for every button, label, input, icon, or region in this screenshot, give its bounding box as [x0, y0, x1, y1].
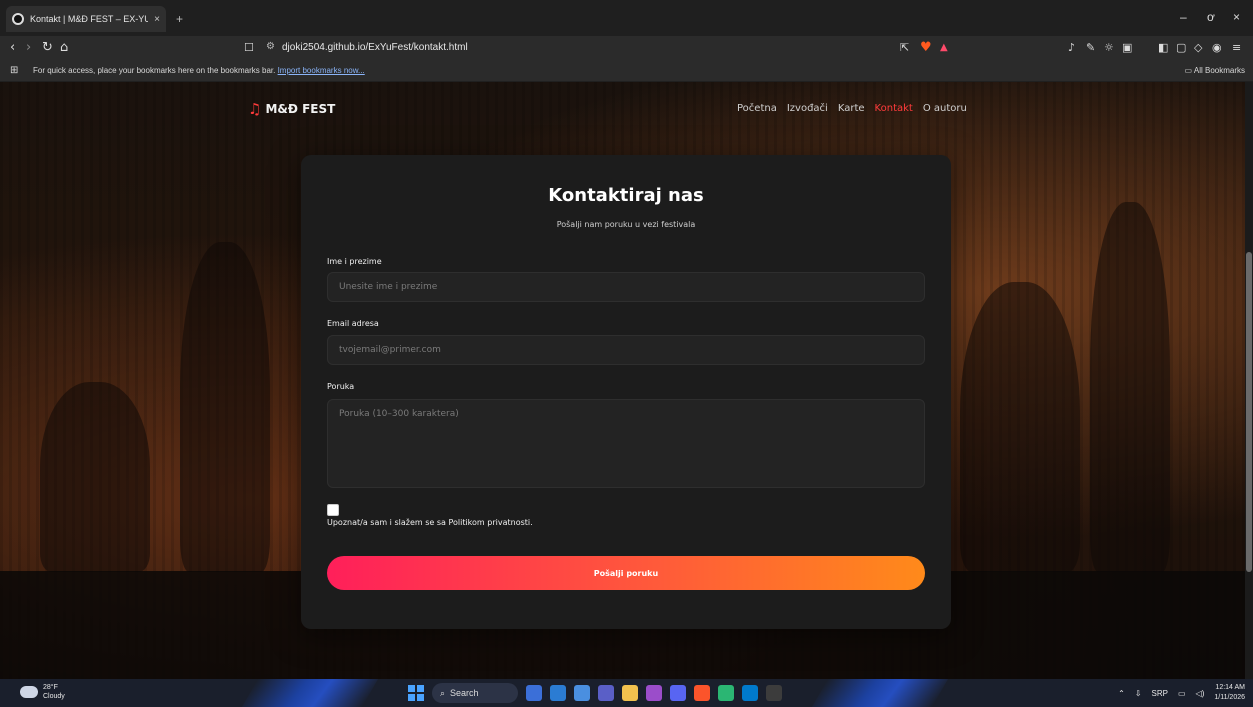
- nav-pocetna[interactable]: Početna: [737, 103, 777, 114]
- crowd-silhouette: [1090, 202, 1170, 572]
- name-label: Ime i prezime: [327, 257, 382, 266]
- menu-icon[interactable]: ≡: [1232, 40, 1241, 56]
- share-icon[interactable]: ⇱: [900, 40, 909, 56]
- leo-icon[interactable]: ◉: [1212, 40, 1222, 56]
- system-tray: ⌃ ⇩ SRP ▭ ◁) 12:14 AM 1/11/2026: [1118, 683, 1245, 703]
- terminal-icon[interactable]: [766, 685, 782, 701]
- time: 12:14 AM: [1215, 684, 1245, 691]
- message-label: Poruka: [327, 382, 355, 391]
- reload-icon[interactable]: ↻: [42, 40, 53, 56]
- volume-icon[interactable]: ◁): [1196, 689, 1205, 698]
- new-tab-button[interactable]: +: [176, 12, 183, 26]
- browser-toolbar: ‹ › ↻ ⌂ ☐ ⚙ djoki2504.github.io/ExYuFest…: [0, 36, 1253, 60]
- crowd-silhouette: [180, 242, 270, 572]
- wallet-icon[interactable]: ▢: [1176, 40, 1186, 56]
- contact-form-card: Kontaktiraj nas Pošalji nam poruku u vez…: [301, 155, 951, 629]
- discord-icon[interactable]: [670, 685, 686, 701]
- site-info-icon[interactable]: ⚙: [266, 41, 275, 52]
- site-nav: Početna Izvođači Karte Kontakt O autoru: [737, 103, 967, 114]
- name-input[interactable]: [327, 272, 925, 302]
- vpn-icon[interactable]: ◇: [1194, 40, 1202, 56]
- extensions-icon[interactable]: ☼: [1104, 40, 1114, 56]
- language-indicator[interactable]: SRP: [1152, 689, 1168, 698]
- chevron-up-icon[interactable]: ⌃: [1118, 689, 1125, 698]
- email-input[interactable]: [327, 335, 925, 365]
- logo-text: M&Đ FEST: [265, 102, 336, 116]
- nav-o-autoru[interactable]: O autoru: [923, 103, 967, 114]
- music-note-icon: ♫: [248, 100, 262, 118]
- back-icon[interactable]: ‹: [10, 40, 15, 56]
- minimize-button[interactable]: –: [1180, 10, 1187, 24]
- nav-kontakt[interactable]: Kontakt: [875, 103, 913, 114]
- teams-icon[interactable]: [598, 685, 614, 701]
- chrome-icon[interactable]: [718, 685, 734, 701]
- brave-shield-icon[interactable]: ♥: [920, 40, 932, 56]
- restore-button[interactable]: ơ: [1207, 10, 1215, 24]
- nav-izvodjaci[interactable]: Izvođači: [787, 103, 828, 114]
- page-scrollbar[interactable]: [1245, 82, 1253, 679]
- sidebar-icon[interactable]: ◧: [1158, 40, 1168, 56]
- site-favicon-icon: [12, 13, 24, 25]
- brave-icon[interactable]: [694, 685, 710, 701]
- heart-app-icon[interactable]: [646, 685, 662, 701]
- reader-icon[interactable]: ♪: [1068, 40, 1075, 56]
- taskbar-wallpaper-decoration: [811, 679, 949, 707]
- scrollbar-thumb[interactable]: [1246, 252, 1252, 572]
- search-icon: ⌕: [440, 687, 446, 698]
- taskbar-apps: ⌕ Search: [408, 683, 782, 703]
- temperature: 28°F: [43, 684, 58, 691]
- home-icon[interactable]: ⌂: [60, 40, 68, 56]
- import-bookmarks-link[interactable]: Import bookmarks now...: [278, 66, 365, 75]
- bookmarks-bar: ⊞ For quick access, place your bookmarks…: [0, 60, 1253, 82]
- browser-tab-bar: Kontakt | M&Đ FEST – EX-YU M... × + – ơ …: [0, 0, 1253, 36]
- date: 1/11/2026: [1214, 694, 1245, 701]
- email-label: Email adresa: [327, 319, 379, 328]
- edge-icon[interactable]: [574, 685, 590, 701]
- bookmarks-hint: For quick access, place your bookmarks h…: [33, 66, 365, 75]
- form-subtitle: Pošalji nam poruku u vezi festivala: [556, 220, 696, 229]
- usb-icon[interactable]: ⇩: [1135, 689, 1142, 698]
- tab-close-icon[interactable]: ×: [154, 14, 160, 25]
- tab-title: Kontakt | M&Đ FEST – EX-YU M...: [30, 14, 149, 24]
- cloud-icon: [20, 686, 38, 698]
- close-window-button[interactable]: ×: [1233, 10, 1240, 24]
- windows-taskbar: 28°F Cloudy ⌕ Search ⌃ ⇩ SRP ▭ ◁) 12:14 …: [0, 679, 1253, 707]
- crowd-silhouette: [960, 282, 1080, 572]
- bookmark-icon[interactable]: ☐: [244, 40, 254, 56]
- weather-condition: Cloudy: [43, 693, 65, 700]
- all-bookmarks-button[interactable]: ▭ All Bookmarks: [1185, 66, 1245, 75]
- message-textarea[interactable]: [327, 399, 925, 488]
- crowd-silhouette: [40, 382, 150, 572]
- vscode-icon[interactable]: [742, 685, 758, 701]
- folder-icon: ▭: [1184, 66, 1193, 75]
- bookmarks-hint-text: For quick access, place your bookmarks h…: [33, 66, 276, 75]
- privacy-label: Upoznat/a sam i slažem se sa Politikom p…: [327, 518, 533, 527]
- brave-rewards-icon[interactable]: ▲: [940, 40, 948, 56]
- browser-tab[interactable]: Kontakt | M&Đ FEST – EX-YU M... ×: [6, 6, 166, 32]
- search-label: Search: [450, 688, 479, 698]
- draw-icon[interactable]: ✎: [1086, 40, 1095, 56]
- page-viewport: ♫ M&Đ FEST Početna Izvođači Karte Kontak…: [0, 82, 1245, 679]
- clock[interactable]: 12:14 AM 1/11/2026: [1214, 683, 1245, 703]
- folder-app-icon[interactable]: [622, 685, 638, 701]
- site-logo[interactable]: ♫ M&Đ FEST: [248, 100, 335, 118]
- widgets-icon[interactable]: [526, 685, 542, 701]
- all-bookmarks-label: All Bookmarks: [1193, 66, 1245, 75]
- nav-karte[interactable]: Karte: [838, 103, 865, 114]
- screenshot-icon[interactable]: ▣: [1122, 40, 1132, 56]
- file-explorer-icon[interactable]: [550, 685, 566, 701]
- address-bar[interactable]: djoki2504.github.io/ExYuFest/kontakt.htm…: [282, 42, 468, 53]
- forward-icon[interactable]: ›: [26, 40, 31, 56]
- form-title: Kontaktiraj nas: [548, 185, 704, 206]
- network-icon[interactable]: ▭: [1178, 689, 1186, 698]
- taskbar-search[interactable]: ⌕ Search: [432, 683, 518, 703]
- apps-grid-icon[interactable]: ⊞: [10, 63, 18, 79]
- weather-widget[interactable]: 28°F Cloudy: [20, 683, 65, 701]
- windows-start-icon[interactable]: [408, 685, 424, 701]
- privacy-checkbox[interactable]: [327, 504, 339, 516]
- taskbar-wallpaper-decoration: [241, 679, 379, 707]
- send-message-button[interactable]: Pošalji poruku: [327, 556, 925, 590]
